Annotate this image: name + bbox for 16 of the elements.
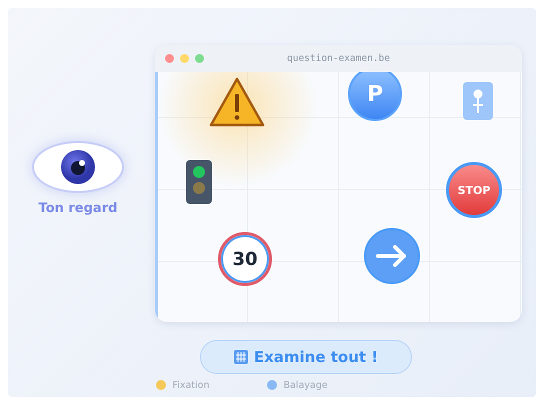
legend-label: Balayage bbox=[283, 380, 328, 390]
browser-address: question-examen.be bbox=[286, 53, 391, 64]
legend-label: Fixation bbox=[172, 380, 210, 390]
maximize-dot-icon[interactable] bbox=[195, 54, 204, 63]
direction-sign-icon bbox=[363, 227, 421, 285]
examine-button[interactable]: Examine tout ! bbox=[200, 340, 412, 374]
minimize-dot-icon[interactable] bbox=[180, 54, 189, 63]
stop-sign: STOP bbox=[446, 162, 502, 218]
pedestrian-sign-icon bbox=[463, 82, 493, 120]
parking-sign: P bbox=[348, 72, 402, 121]
close-dot-icon[interactable] bbox=[165, 54, 174, 63]
grid-icon bbox=[234, 350, 248, 364]
speed-limit-sign: 30 bbox=[218, 232, 272, 286]
traffic-light-icon bbox=[186, 160, 212, 204]
warning-sign-icon bbox=[208, 76, 266, 128]
viewer-label: Ton regard bbox=[38, 200, 118, 216]
